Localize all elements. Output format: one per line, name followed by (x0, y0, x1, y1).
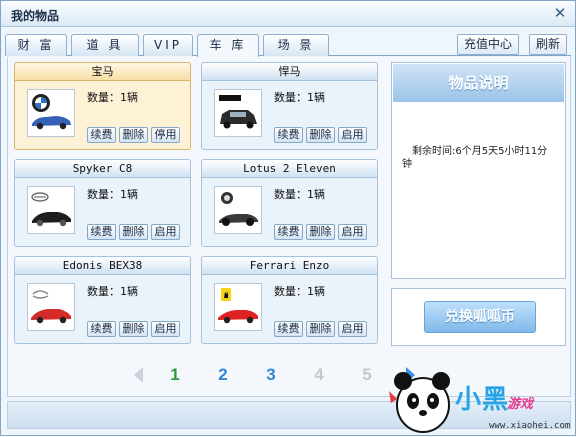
close-icon[interactable]: ✕ (551, 4, 569, 22)
page-3[interactable]: 3 (260, 363, 282, 387)
item-card[interactable]: Lotus 2 Eleven 数量：1辆 续费 删除 启用 (201, 159, 378, 247)
renew-button[interactable]: 续费 (274, 321, 303, 337)
lotus-logo-icon (221, 192, 233, 204)
car-thumbnail (214, 186, 262, 234)
car-thumbnail (214, 283, 262, 331)
spyker-logo-icon (31, 192, 49, 202)
refresh-button[interactable]: 刷新 (529, 34, 567, 55)
page-1[interactable]: 1 (164, 363, 186, 387)
item-description-panel: 物品说明 剩余时间:6个月5天5小时11分钟 (391, 62, 566, 279)
item-grid: 宝马 数量：1辆 续费 删除 停用 悍马 数量：1辆 续费 删除 启用 Spyk… (14, 62, 384, 352)
red-sports-car-icon (31, 309, 71, 324)
car-thumbnail (27, 89, 75, 137)
exchange-panel: 兑换呱呱币 (391, 288, 566, 346)
enable-button[interactable]: 启用 (151, 224, 180, 240)
open-racer-icon (219, 214, 258, 226)
recharge-button[interactable]: 充值中心 (457, 34, 519, 55)
delete-button[interactable]: 删除 (119, 321, 148, 337)
black-sports-car-icon (32, 212, 71, 227)
item-quantity: 数量：1辆 (274, 285, 325, 298)
prev-page-icon[interactable] (134, 367, 143, 383)
enable-button[interactable]: 启用 (151, 321, 180, 337)
car-thumbnail (27, 283, 75, 331)
remaining-time-text: 剩余时间:6个月5天5小时11分钟 (402, 146, 548, 170)
item-description-title: 物品说明 (393, 64, 564, 102)
item-name: Lotus 2 Eleven (202, 160, 377, 178)
page-5[interactable]: 5 (356, 363, 378, 387)
enable-button[interactable]: 启用 (338, 127, 367, 143)
item-quantity: 数量：1辆 (87, 188, 138, 201)
disable-button[interactable]: 停用 (151, 127, 180, 143)
exchange-coins-button[interactable]: 兑换呱呱币 (424, 301, 536, 333)
enable-button[interactable]: 启用 (338, 321, 367, 337)
item-quantity: 数量：1辆 (274, 188, 325, 201)
tab-vip[interactable]: VIP (143, 34, 193, 56)
ferrari-logo-icon (221, 288, 231, 301)
item-name: 宝马 (15, 63, 190, 81)
item-card[interactable]: Spyker C8 数量：1辆 续费 删除 启用 (14, 159, 191, 247)
window-title: 我的物品 (11, 9, 60, 23)
watermark-logo: 小黑 游戏 www.xiaohei.com (385, 361, 576, 437)
delete-button[interactable]: 删除 (119, 127, 148, 143)
page-4[interactable]: 4 (308, 363, 330, 387)
watermark-url: www.xiaohei.com (489, 421, 571, 431)
page-2[interactable]: 2 (212, 363, 234, 387)
bmw-logo-icon (32, 94, 50, 112)
my-items-window: 我的物品 ✕ 财 富 道 具 VIP 车 库 场 景 充值中心 刷新 宝马 数量… (0, 0, 576, 436)
renew-button[interactable]: 续费 (87, 224, 116, 240)
item-card[interactable]: 悍马 数量：1辆 续费 删除 启用 (201, 62, 378, 150)
hummer-logo-icon (219, 95, 241, 101)
black-suv-icon (220, 110, 257, 129)
item-card[interactable]: Edonis BEX38 数量：1辆 续费 删除 启用 (14, 256, 191, 344)
pagination: 1 2 3 4 5 (128, 363, 428, 389)
item-name: 悍马 (202, 63, 377, 81)
car-thumbnail (214, 89, 262, 137)
watermark-sub-text: 游戏 (507, 397, 534, 412)
item-quantity: 数量：1辆 (87, 285, 138, 298)
delete-button[interactable]: 删除 (306, 127, 335, 143)
renew-button[interactable]: 续费 (87, 321, 116, 337)
item-name: Edonis BEX38 (15, 257, 190, 275)
item-quantity: 数量：1辆 (87, 91, 138, 104)
delete-button[interactable]: 删除 (119, 224, 148, 240)
edonis-logo-icon (32, 290, 49, 299)
car-thumbnail (27, 186, 75, 234)
delete-button[interactable]: 删除 (306, 224, 335, 240)
tab-garage[interactable]: 车 库 (197, 34, 259, 57)
item-name: Spyker C8 (15, 160, 190, 178)
panda-mascot-icon (389, 372, 450, 433)
item-quantity: 数量：1辆 (274, 91, 325, 104)
item-card[interactable]: 宝马 数量：1辆 续费 删除 停用 (14, 62, 191, 150)
renew-button[interactable]: 续费 (274, 127, 303, 143)
delete-button[interactable]: 删除 (306, 321, 335, 337)
item-card[interactable]: Ferrari Enzo 数量：1辆 续费 删除 启用 (201, 256, 378, 344)
tab-scene[interactable]: 场 景 (263, 34, 329, 56)
item-name: Ferrari Enzo (202, 257, 377, 275)
tab-wealth[interactable]: 财 富 (5, 34, 67, 56)
tab-props[interactable]: 道 具 (71, 34, 139, 56)
renew-button[interactable]: 续费 (274, 224, 303, 240)
red-supercar-icon (218, 310, 258, 324)
title-bar: 我的物品 ✕ (1, 1, 575, 27)
garage-panel: 宝马 数量：1辆 续费 删除 停用 悍马 数量：1辆 续费 删除 启用 Spyk… (7, 57, 571, 397)
enable-button[interactable]: 启用 (338, 224, 367, 240)
blue-convertible-icon (32, 116, 71, 130)
watermark-main-text: 小黑 (455, 385, 510, 415)
renew-button[interactable]: 续费 (87, 127, 116, 143)
